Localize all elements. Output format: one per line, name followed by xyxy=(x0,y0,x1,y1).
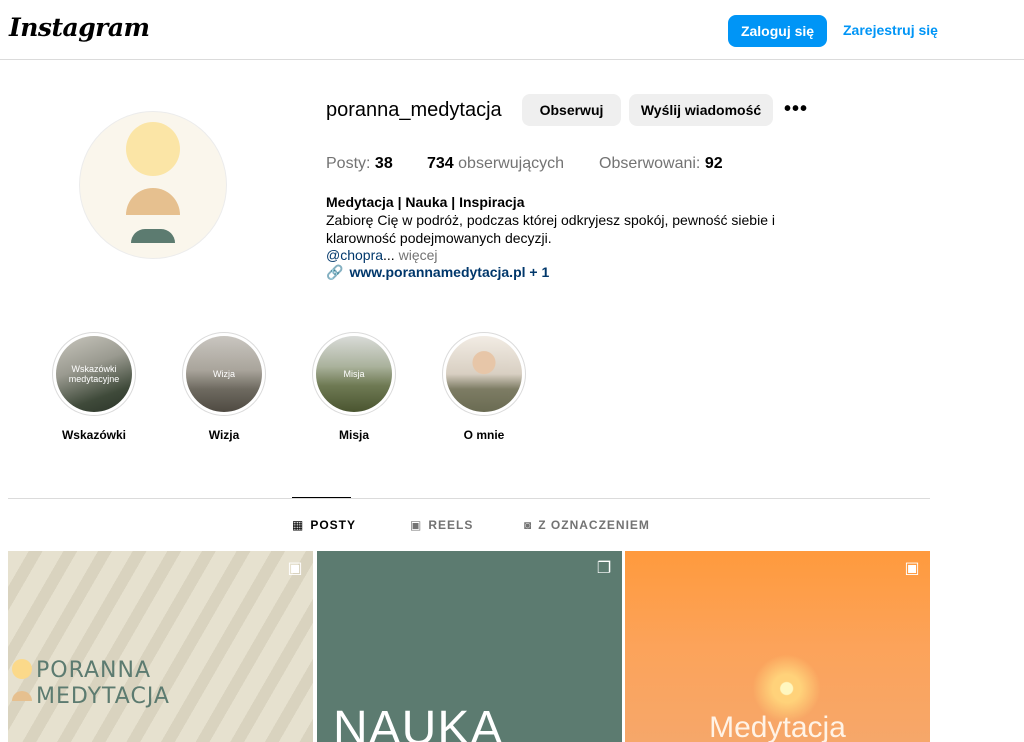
highlight-ring: Wizja xyxy=(182,332,266,416)
avatar-half-circle-green xyxy=(131,229,175,243)
post-title: NAUKA xyxy=(333,702,504,742)
avatar-sun-shape xyxy=(126,122,180,176)
followers-value: 734 xyxy=(427,155,454,172)
tab-label: POSTY xyxy=(310,518,357,532)
following-label: Obserwowani: xyxy=(599,155,701,172)
highlight-cover-text: Wskazówki medytacyjne xyxy=(68,364,120,384)
highlight-wskazowki[interactable]: Wskazówki medytacyjne Wskazówki xyxy=(52,332,136,442)
half-sun-icon xyxy=(12,691,32,701)
link-icon: 🔗 xyxy=(326,264,344,280)
highlight-label: Wizja xyxy=(208,428,240,442)
highlight-ring xyxy=(442,332,526,416)
posts-value: 38 xyxy=(374,155,393,172)
bio-website-link[interactable]: 🔗 www.porannamedytacja.pl + 1 xyxy=(326,264,549,281)
bio-name: Medytacja | Nauka | Inspiracja xyxy=(326,194,525,210)
post-logo-line2: MEDYTACJA xyxy=(12,684,170,709)
highlight-cover: Wskazówki medytacyjne xyxy=(56,336,132,412)
avatar-half-circle xyxy=(126,188,180,215)
following-value: 92 xyxy=(704,155,723,172)
post-tile[interactable]: ❐ NAUKA xyxy=(317,551,622,742)
highlight-label: Wskazówki xyxy=(61,428,127,442)
highlight-o-mnie[interactable]: O mnie xyxy=(442,332,526,442)
followers-label: obserwujących xyxy=(458,155,564,172)
tagged-icon: ◙ xyxy=(524,518,533,532)
top-bar: Instagram Zaloguj się Zarejestruj się xyxy=(0,0,1024,60)
highlight-wizja[interactable]: Wizja Wizja xyxy=(182,332,266,442)
tab-reels[interactable]: ▣ REELS xyxy=(410,518,473,532)
post-logo-text1: PORANNA xyxy=(36,658,151,683)
highlight-cover-text: Misja xyxy=(343,369,365,379)
profile-avatar[interactable] xyxy=(79,111,227,259)
bio-text: Zabiorę Cię w podróż, podczas której odk… xyxy=(326,212,775,246)
post-logo-line1: PORANNA xyxy=(12,658,151,683)
tabs-divider xyxy=(8,498,930,499)
active-tab-indicator xyxy=(292,497,351,498)
highlight-cover xyxy=(446,336,522,412)
tab-posts[interactable]: ▦ POSTY xyxy=(292,518,356,532)
post-tile[interactable]: ▣ Medytacja xyxy=(625,551,930,742)
bio-website-text: www.porannamedytacja.pl + 1 xyxy=(349,264,550,280)
post-tile[interactable]: ▣ PORANNA MEDYTACJA xyxy=(8,551,313,742)
reels-icon: ▣ xyxy=(904,560,920,577)
sun-icon xyxy=(12,659,32,679)
tab-label: REELS xyxy=(428,518,474,532)
following-count[interactable]: Obserwowani: 92 xyxy=(599,155,723,173)
reels-icon: ▣ xyxy=(287,560,303,577)
signup-link[interactable]: Zarejestruj się xyxy=(843,22,938,38)
send-message-button[interactable]: Wyślij wiadomość xyxy=(629,94,773,126)
bio-ellipsis: ... xyxy=(383,247,395,263)
login-button[interactable]: Zaloguj się xyxy=(728,15,827,47)
post-logo-text2: MEDYTACJA xyxy=(36,684,170,709)
highlight-misja[interactable]: Misja Misja xyxy=(312,332,396,442)
tab-label: Z OZNACZENIEM xyxy=(538,518,650,532)
tab-tagged[interactable]: ◙ Z OZNACZENIEM xyxy=(524,518,650,532)
highlight-ring: Wskazówki medytacyjne xyxy=(52,332,136,416)
carousel-icon: ❐ xyxy=(596,560,612,577)
highlight-cover: Misja xyxy=(316,336,392,412)
bio-more-button[interactable]: więcej xyxy=(399,247,438,263)
profile-username: poranna_medytacja xyxy=(326,99,502,121)
follow-button[interactable]: Obserwuj xyxy=(522,94,621,126)
highlight-cover: Wizja xyxy=(186,336,262,412)
more-options-icon[interactable]: ••• xyxy=(783,98,809,122)
highlight-label: O mnie xyxy=(463,428,505,442)
highlight-label: Misja xyxy=(338,428,369,442)
posts-count: Posty: 38 xyxy=(326,155,393,173)
grid-icon: ▦ xyxy=(292,518,305,532)
instagram-logo[interactable]: Instagram xyxy=(9,13,150,42)
highlight-ring: Misja xyxy=(312,332,396,416)
reels-icon: ▣ xyxy=(410,518,423,532)
bio-mention-line: @chopra... więcej xyxy=(326,247,438,263)
bio-mention-link[interactable]: @chopra xyxy=(326,247,383,263)
post-title: Medytacja xyxy=(709,711,846,742)
highlight-cover-text: Wizja xyxy=(213,369,235,379)
posts-label: Posty: xyxy=(326,155,371,172)
followers-count[interactable]: 734 obserwujących xyxy=(427,155,564,173)
